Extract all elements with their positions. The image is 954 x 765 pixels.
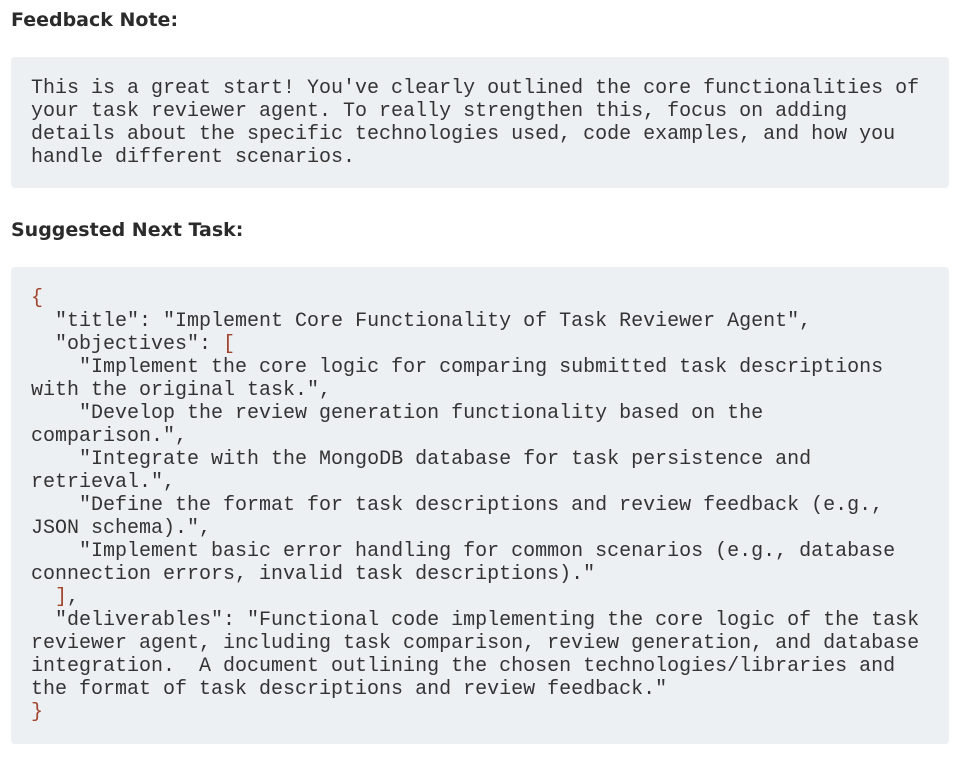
next-task-box: { "title": "Implement Core Functionality… [11,267,949,744]
feedback-box: This is a great start! You've clearly ou… [11,57,949,188]
objective-item: "Implement the core logic for comparing … [31,356,884,402]
close-brace: } [31,701,44,724]
objective-item: "Develop the review generation functiona… [31,402,764,448]
open-brace: { [31,287,44,310]
next-task-heading: Suggested Next Task: [11,219,244,241]
deliverables-line: , "deliverables": "Functional code imple… [31,586,920,701]
feedback-heading: Feedback Note: [11,9,179,31]
next-task-code: { "title": "Implement Core Functionality… [31,287,919,724]
objective-item: "Integrate with the MongoDB database for… [31,448,812,494]
close-bracket: ] [55,586,68,609]
title-line: "title": "Implement Core Functionality o… [55,310,812,356]
objective-item: "Define the format for task descriptions… [31,494,884,540]
feedback-text: This is a great start! You've clearly ou… [31,77,932,169]
open-bracket: [ [223,333,236,356]
objective-item: "Implement basic error handling for comm… [31,540,896,586]
